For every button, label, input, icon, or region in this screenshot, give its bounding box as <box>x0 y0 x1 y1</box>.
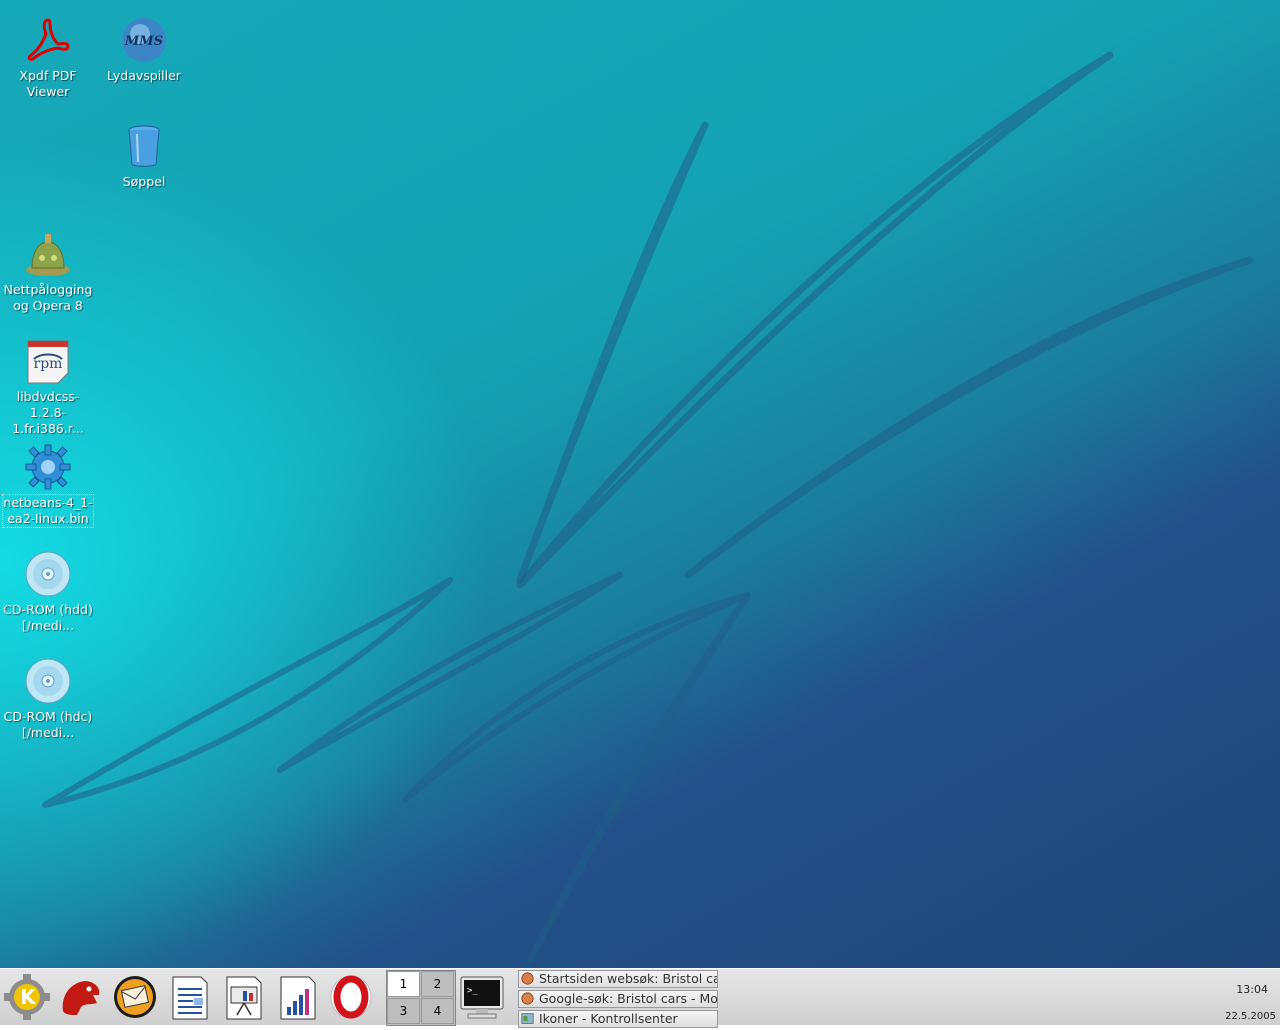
svg-text:>_: >_ <box>467 986 478 996</box>
dialup-icon <box>26 234 70 276</box>
desktop-icon-cdrom-hdd[interactable]: CD-ROM (hdd) [/medi... <box>3 550 93 634</box>
pager-desktop-3[interactable]: 3 <box>387 998 420 1024</box>
calc-icon <box>280 976 316 1020</box>
trash-icon <box>128 125 160 167</box>
desktop-icon-label: CD-ROM (hdc) [/medi... <box>3 709 93 740</box>
wallpaper-strokes <box>42 51 1254 963</box>
desktop[interactable]: Xpdf PDF Viewer MMS Lydavspiller Søppel … <box>0 0 1280 968</box>
impress-launcher[interactable] <box>219 973 269 1023</box>
desktop-icon-trash[interactable]: Søppel <box>99 122 189 190</box>
pdf-icon <box>27 18 70 61</box>
opera-icon <box>330 975 372 1019</box>
task-startsiden[interactable]: Startsiden websøk: Bristol cars <box>518 970 718 988</box>
clock[interactable]: 13:04 <box>1236 983 1268 996</box>
desktop-icon-label: Søppel <box>122 174 166 189</box>
gear-executable-icon <box>25 444 71 490</box>
svg-text:rpm: rpm <box>34 356 63 372</box>
pager-desktop-2[interactable]: 2 <box>421 971 454 997</box>
cdrom-icon <box>25 551 71 597</box>
xmms-icon: MMS <box>122 18 166 62</box>
terminal-launcher[interactable]: >_ <box>458 973 508 1023</box>
date: 22.5.2005 <box>1225 1011 1276 1022</box>
desktop-icon-cdrom-hdc[interactable]: CD-ROM (hdc) [/medi... <box>3 657 93 741</box>
control-center-icon <box>521 1013 534 1024</box>
svg-text:MMS: MMS <box>124 34 163 49</box>
terminal-icon: >_ <box>460 976 504 1019</box>
kde-menu-button[interactable]: K <box>3 973 53 1023</box>
desktop-icon-netbeans[interactable]: netbeans-4_1-ea2-linux.bin <box>2 443 94 528</box>
writer-icon <box>172 976 208 1020</box>
desktop-icon-label: CD-ROM (hdd) [/medi... <box>3 602 93 633</box>
task-kontrollsenter[interactable]: Ikoner - Kontrollsenter <box>518 1010 718 1028</box>
desktop-icon-libdvdcss[interactable]: rpm libdvdcss-1.2.8-1.fr.i386.r... <box>3 337 93 437</box>
taskbar: K 1 2 3 4 >_ Startsiden websøk: Bristol … <box>0 968 1280 1028</box>
browser-icon <box>521 992 534 1005</box>
desktop-icon-label: Lydavspiller <box>107 68 181 83</box>
desktop-pager: 1 2 3 4 <box>386 970 456 1026</box>
desktop-icon-dialup[interactable]: Nettpålogging og Opera 8 <box>3 230 93 314</box>
kde-menu-icon: K <box>4 974 50 1020</box>
writer-launcher[interactable] <box>165 973 215 1023</box>
pager-desktop-4[interactable]: 4 <box>421 998 454 1024</box>
task-label: Google-søk: Bristol cars - Mozilla <box>539 991 718 1006</box>
calc-launcher[interactable] <box>273 973 323 1023</box>
task-google[interactable]: Google-søk: Bristol cars - Mozilla <box>518 990 718 1008</box>
mozilla-icon <box>62 981 100 1015</box>
browser-icon <box>521 972 534 985</box>
impress-icon <box>226 976 262 1020</box>
desktop-icon-label: libdvdcss-1.2.8-1.fr.i386.r... <box>12 389 84 436</box>
svg-text:K: K <box>20 985 37 1009</box>
rpm-package-icon: rpm <box>27 340 69 384</box>
task-list: Startsiden websøk: Bristol cars Google-s… <box>518 970 718 1030</box>
mail-icon <box>114 976 156 1018</box>
desktop-icon-xpdf[interactable]: Xpdf PDF Viewer <box>3 16 93 100</box>
pager-desktop-1[interactable]: 1 <box>387 971 420 997</box>
desktop-icon-label: Nettpålogging og Opera 8 <box>3 282 93 313</box>
mail-launcher[interactable] <box>111 973 161 1023</box>
mozilla-launcher[interactable] <box>57 973 107 1023</box>
cdrom-icon <box>25 658 71 704</box>
desktop-icon-lydavspiller[interactable]: MMS Lydavspiller <box>99 16 189 84</box>
desktop-icon-label: netbeans-4_1-ea2-linux.bin <box>2 494 94 528</box>
desktop-icon-label: Xpdf PDF Viewer <box>19 68 77 99</box>
task-label: Startsiden websøk: Bristol cars <box>539 971 718 986</box>
opera-launcher[interactable] <box>327 973 377 1023</box>
